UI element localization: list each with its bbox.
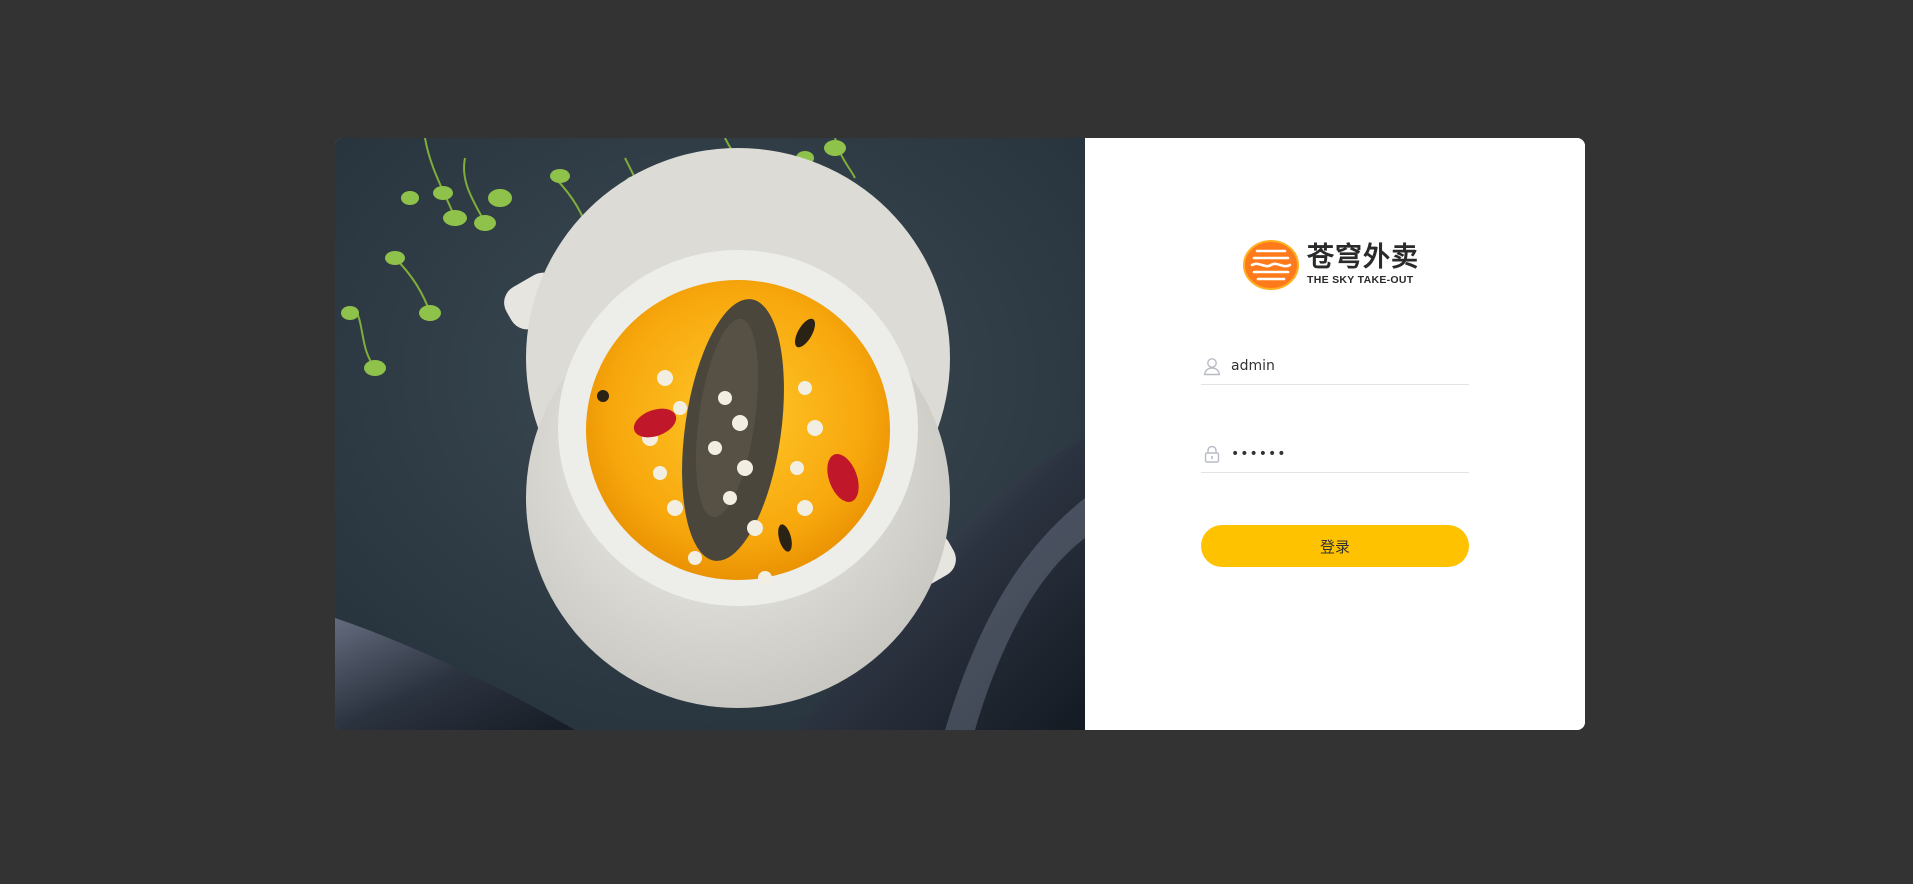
password-field [1201, 436, 1469, 473]
brand-logo: 苍穹外卖 THE SKY TAKE-OUT [1243, 240, 1419, 290]
user-icon [1201, 355, 1223, 377]
logo-chinese-name: 苍穹外卖 [1307, 242, 1419, 273]
login-card: 苍穹外卖 THE SKY TAKE-OUT admin 登录 [335, 138, 1585, 730]
username-input[interactable] [1231, 351, 1461, 381]
food-photo-illustration [335, 138, 1085, 730]
password-input[interactable] [1231, 439, 1461, 469]
username-field [1201, 348, 1469, 385]
login-button[interactable]: 登录 [1201, 525, 1469, 567]
login-form-panel: 苍穹外卖 THE SKY TAKE-OUT admin 登录 [1085, 138, 1585, 730]
sky-takeout-logo-icon [1243, 240, 1299, 290]
logo-wordmark: 苍穹外卖 THE SKY TAKE-OUT [1307, 242, 1419, 287]
lock-icon [1201, 443, 1223, 465]
hero-food-image [335, 138, 1085, 730]
logo-english-name: THE SKY TAKE-OUT [1307, 274, 1414, 286]
